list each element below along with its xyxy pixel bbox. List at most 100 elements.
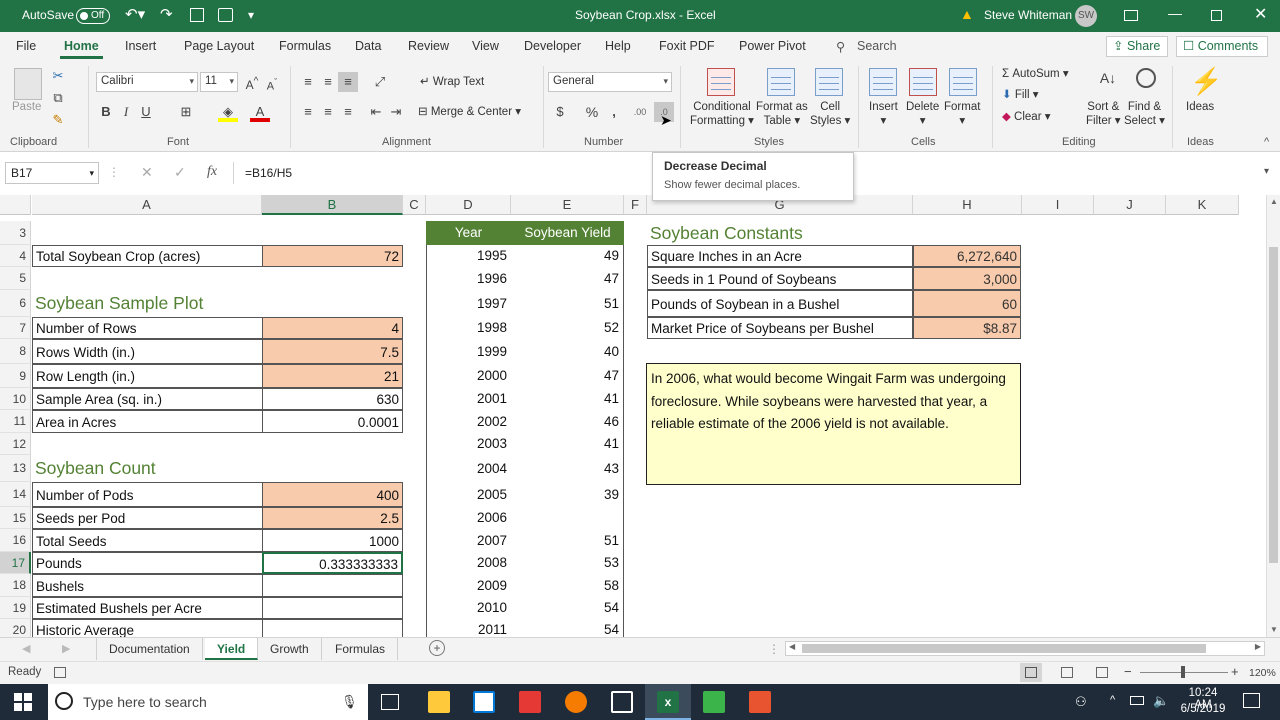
cell-e7[interactable]: 52 [511, 317, 624, 339]
cell-d12[interactable]: 2003 [426, 433, 511, 455]
ribbon-display-icon[interactable] [1124, 10, 1138, 21]
format-cells-button[interactable]: Format ▾ [944, 100, 980, 128]
cell-b5[interactable] [262, 267, 403, 290]
sort-filter-icon[interactable]: A↓ [1094, 68, 1122, 88]
cell-b9[interactable]: 21 [262, 364, 403, 388]
fill-button[interactable]: ⬇ Fill ▾ [1002, 88, 1039, 102]
zoom-out-icon[interactable]: − [1124, 664, 1132, 679]
insert-cells-button[interactable]: Insert ▾ [869, 100, 898, 128]
cell-e18[interactable]: 58 [511, 574, 624, 597]
align-left-icon[interactable]: ≡ [298, 102, 318, 122]
row-header[interactable]: 15 [0, 507, 31, 529]
cell-e12[interactable]: 41 [511, 433, 624, 455]
cell-d4[interactable]: 1995 [426, 245, 511, 267]
tab-split-icon[interactable]: ⋮ [768, 642, 780, 656]
sheet-tab-formulas[interactable]: Formulas [323, 638, 399, 660]
minimize-icon[interactable]: — [1168, 5, 1182, 21]
scroll-tabs-left-icon[interactable]: ◀ [22, 642, 30, 655]
orientation-icon[interactable]: ⤢ [370, 72, 390, 92]
cell-a20[interactable]: Historic Average [32, 619, 262, 637]
notifications-icon[interactable] [1243, 693, 1260, 708]
cell-h4[interactable]: 6,272,640 [913, 245, 1021, 267]
scroll-up-icon[interactable]: ▲ [1270, 197, 1278, 206]
volume-icon[interactable]: 🔈 [1153, 693, 1169, 709]
comments-button[interactable]: ☐ Comments [1176, 36, 1268, 57]
cell-d6[interactable]: 1997 [426, 290, 511, 317]
row-header[interactable]: 14 [0, 482, 31, 507]
camtasia-green-icon[interactable] [703, 691, 725, 713]
currency-icon[interactable]: $ [550, 102, 570, 122]
cell-h7[interactable]: $8.87 [913, 317, 1021, 339]
row-header[interactable]: 10 [0, 388, 31, 410]
number-format-select[interactable]: General [548, 72, 672, 92]
excel-taskbar-button[interactable]: x [645, 684, 691, 720]
cell-h5[interactable]: 3,000 [913, 267, 1021, 290]
battery-icon[interactable] [1130, 696, 1144, 705]
save-icon[interactable] [190, 8, 204, 22]
cell-a4[interactable]: Total Soybean Crop (acres) [32, 245, 262, 267]
cell-b7[interactable]: 4 [262, 317, 403, 339]
row-header[interactable]: 5 [0, 267, 31, 290]
fill-color-icon[interactable]: ◈ [218, 102, 238, 122]
microphone-icon[interactable]: 🎙 [341, 694, 358, 710]
cell-b3[interactable] [262, 221, 403, 245]
font-color-icon[interactable]: A [250, 102, 270, 122]
store-icon[interactable] [473, 691, 495, 713]
paste-button[interactable]: Paste [12, 100, 41, 114]
cell-d17[interactable]: 2008 [426, 552, 511, 574]
row-header[interactable]: 7 [0, 317, 31, 339]
tab-file[interactable]: File [16, 39, 36, 53]
column-header[interactable]: E [511, 195, 624, 215]
column-header[interactable]: C [403, 195, 426, 215]
gift-app-icon[interactable] [519, 691, 541, 713]
cell-d15[interactable]: 2006 [426, 507, 511, 529]
formula-options-icon[interactable]: ⋮ [108, 165, 120, 179]
tab-data[interactable]: Data [355, 39, 381, 53]
cell-a3[interactable] [32, 221, 262, 245]
comma-style-icon[interactable]: , [604, 102, 624, 122]
tab-help[interactable]: Help [605, 39, 631, 53]
normal-view-button[interactable] [1020, 663, 1042, 682]
underline-icon[interactable]: U [136, 102, 156, 122]
cell-a7[interactable]: Number of Rows [32, 317, 262, 339]
cell-e14[interactable]: 39 [511, 482, 624, 507]
row-header[interactable]: 9 [0, 364, 31, 388]
search-icon[interactable]: ⚲ [836, 39, 845, 54]
cell-a16[interactable]: Total Seeds [32, 529, 262, 552]
align-top-icon[interactable]: ≡ [298, 72, 318, 92]
enter-icon[interactable]: ✓ [174, 164, 186, 181]
cell-e5[interactable]: 47 [511, 267, 624, 290]
align-middle-icon[interactable]: ≡ [318, 72, 338, 92]
expand-formula-icon[interactable]: ▾ [1264, 166, 1269, 177]
cell-d10[interactable]: 2001 [426, 388, 511, 410]
cell-b6[interactable] [262, 290, 403, 317]
decrease-indent-icon[interactable]: ⇤ [366, 102, 386, 122]
cell-b13[interactable] [262, 455, 403, 482]
cell-b17[interactable]: 0.333333333 [262, 552, 403, 574]
cell-a14[interactable]: Number of Pods [32, 482, 262, 507]
zoom-level[interactable]: 120% [1249, 667, 1276, 679]
scroll-left-icon[interactable]: ◀ [789, 642, 795, 651]
window-app-icon[interactable] [611, 691, 633, 713]
format-as-table-icon[interactable] [767, 68, 795, 96]
cell-b19[interactable] [262, 597, 403, 619]
cell-d7[interactable]: 1998 [426, 317, 511, 339]
sort-filter-button[interactable]: Sort & Filter ▾ [1086, 100, 1121, 128]
name-box[interactable]: B17 ▾ [5, 162, 99, 184]
collapse-ribbon-icon[interactable]: ^ [1264, 136, 1269, 148]
row-header[interactable]: 20 [0, 619, 31, 637]
cell-a5[interactable] [32, 267, 262, 290]
cell-g3[interactable]: Soybean Constants [647, 221, 913, 245]
cell-b20[interactable] [262, 619, 403, 637]
tab-review[interactable]: Review [408, 39, 449, 53]
cell-e20[interactable]: 54 [511, 619, 624, 637]
ideas-button[interactable]: Ideas [1186, 100, 1214, 114]
tab-formulas[interactable]: Formulas [279, 39, 331, 53]
cell-a9[interactable]: Row Length (in.) [32, 364, 262, 388]
ideas-icon[interactable]: ⚡ [1190, 66, 1222, 97]
align-right-icon[interactable]: ≡ [338, 102, 358, 122]
delete-cells-button[interactable]: Delete ▾ [906, 100, 939, 128]
cell-a8[interactable]: Rows Width (in.) [32, 339, 262, 364]
close-icon[interactable]: ✕ [1254, 4, 1267, 24]
conditional-formatting-icon[interactable] [707, 68, 735, 96]
